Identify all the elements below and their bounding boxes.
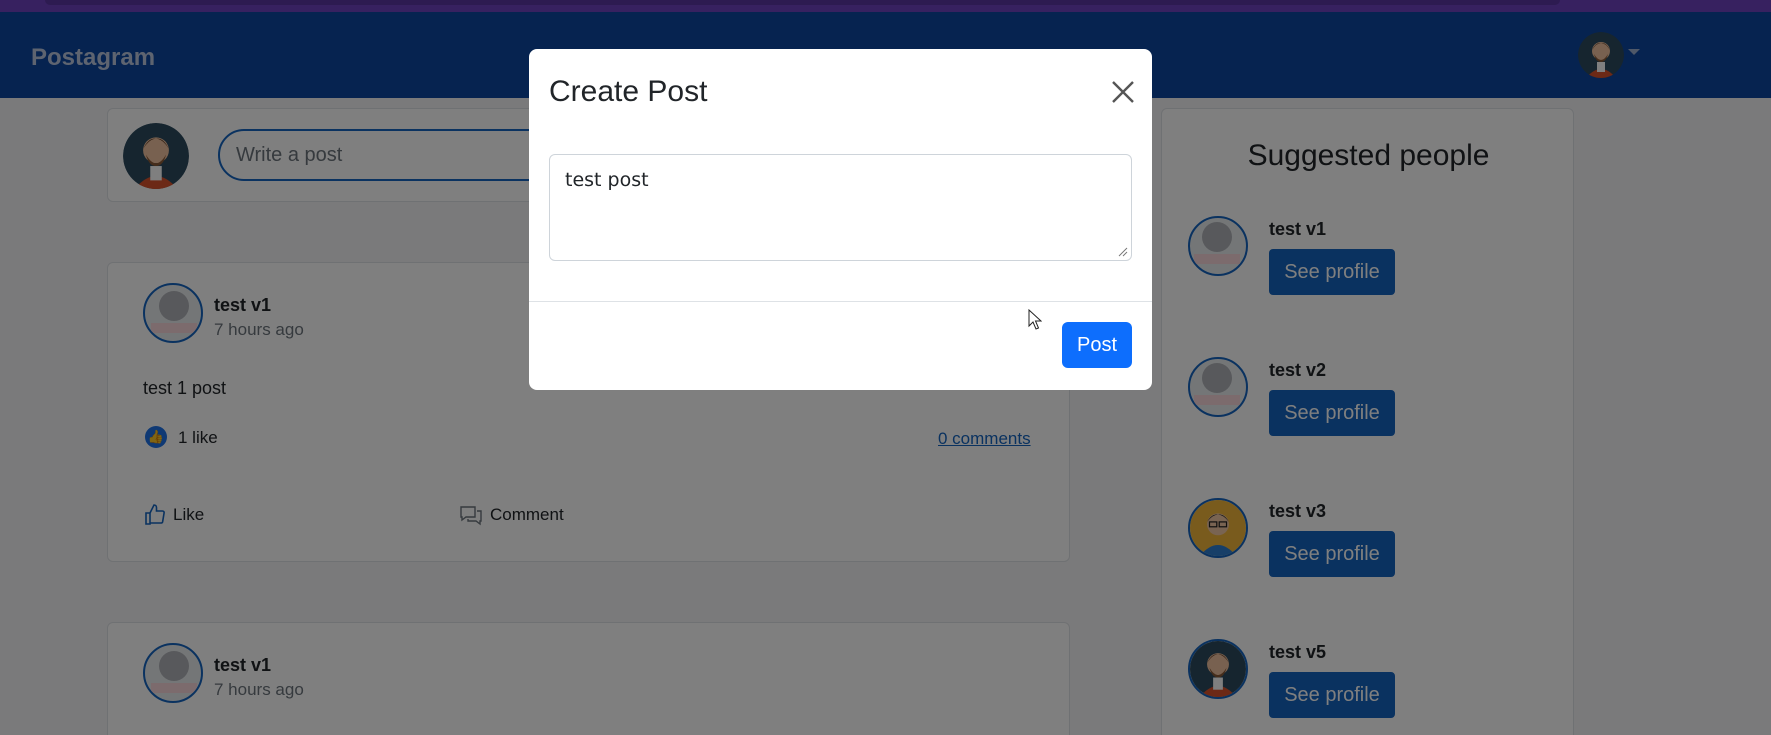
modal-divider [529, 301, 1152, 302]
post-textarea-value: test post [565, 169, 649, 191]
post-button[interactable]: Post [1062, 322, 1132, 368]
mouse-cursor-icon [1028, 309, 1042, 330]
post-textarea[interactable]: test post [549, 154, 1132, 261]
close-icon[interactable] [1110, 79, 1136, 105]
create-post-modal: Create Post test post Post [529, 49, 1152, 390]
resize-grip-icon[interactable] [1118, 247, 1128, 257]
modal-header: Create Post [529, 49, 1152, 139]
modal-title: Create Post [549, 75, 708, 108]
